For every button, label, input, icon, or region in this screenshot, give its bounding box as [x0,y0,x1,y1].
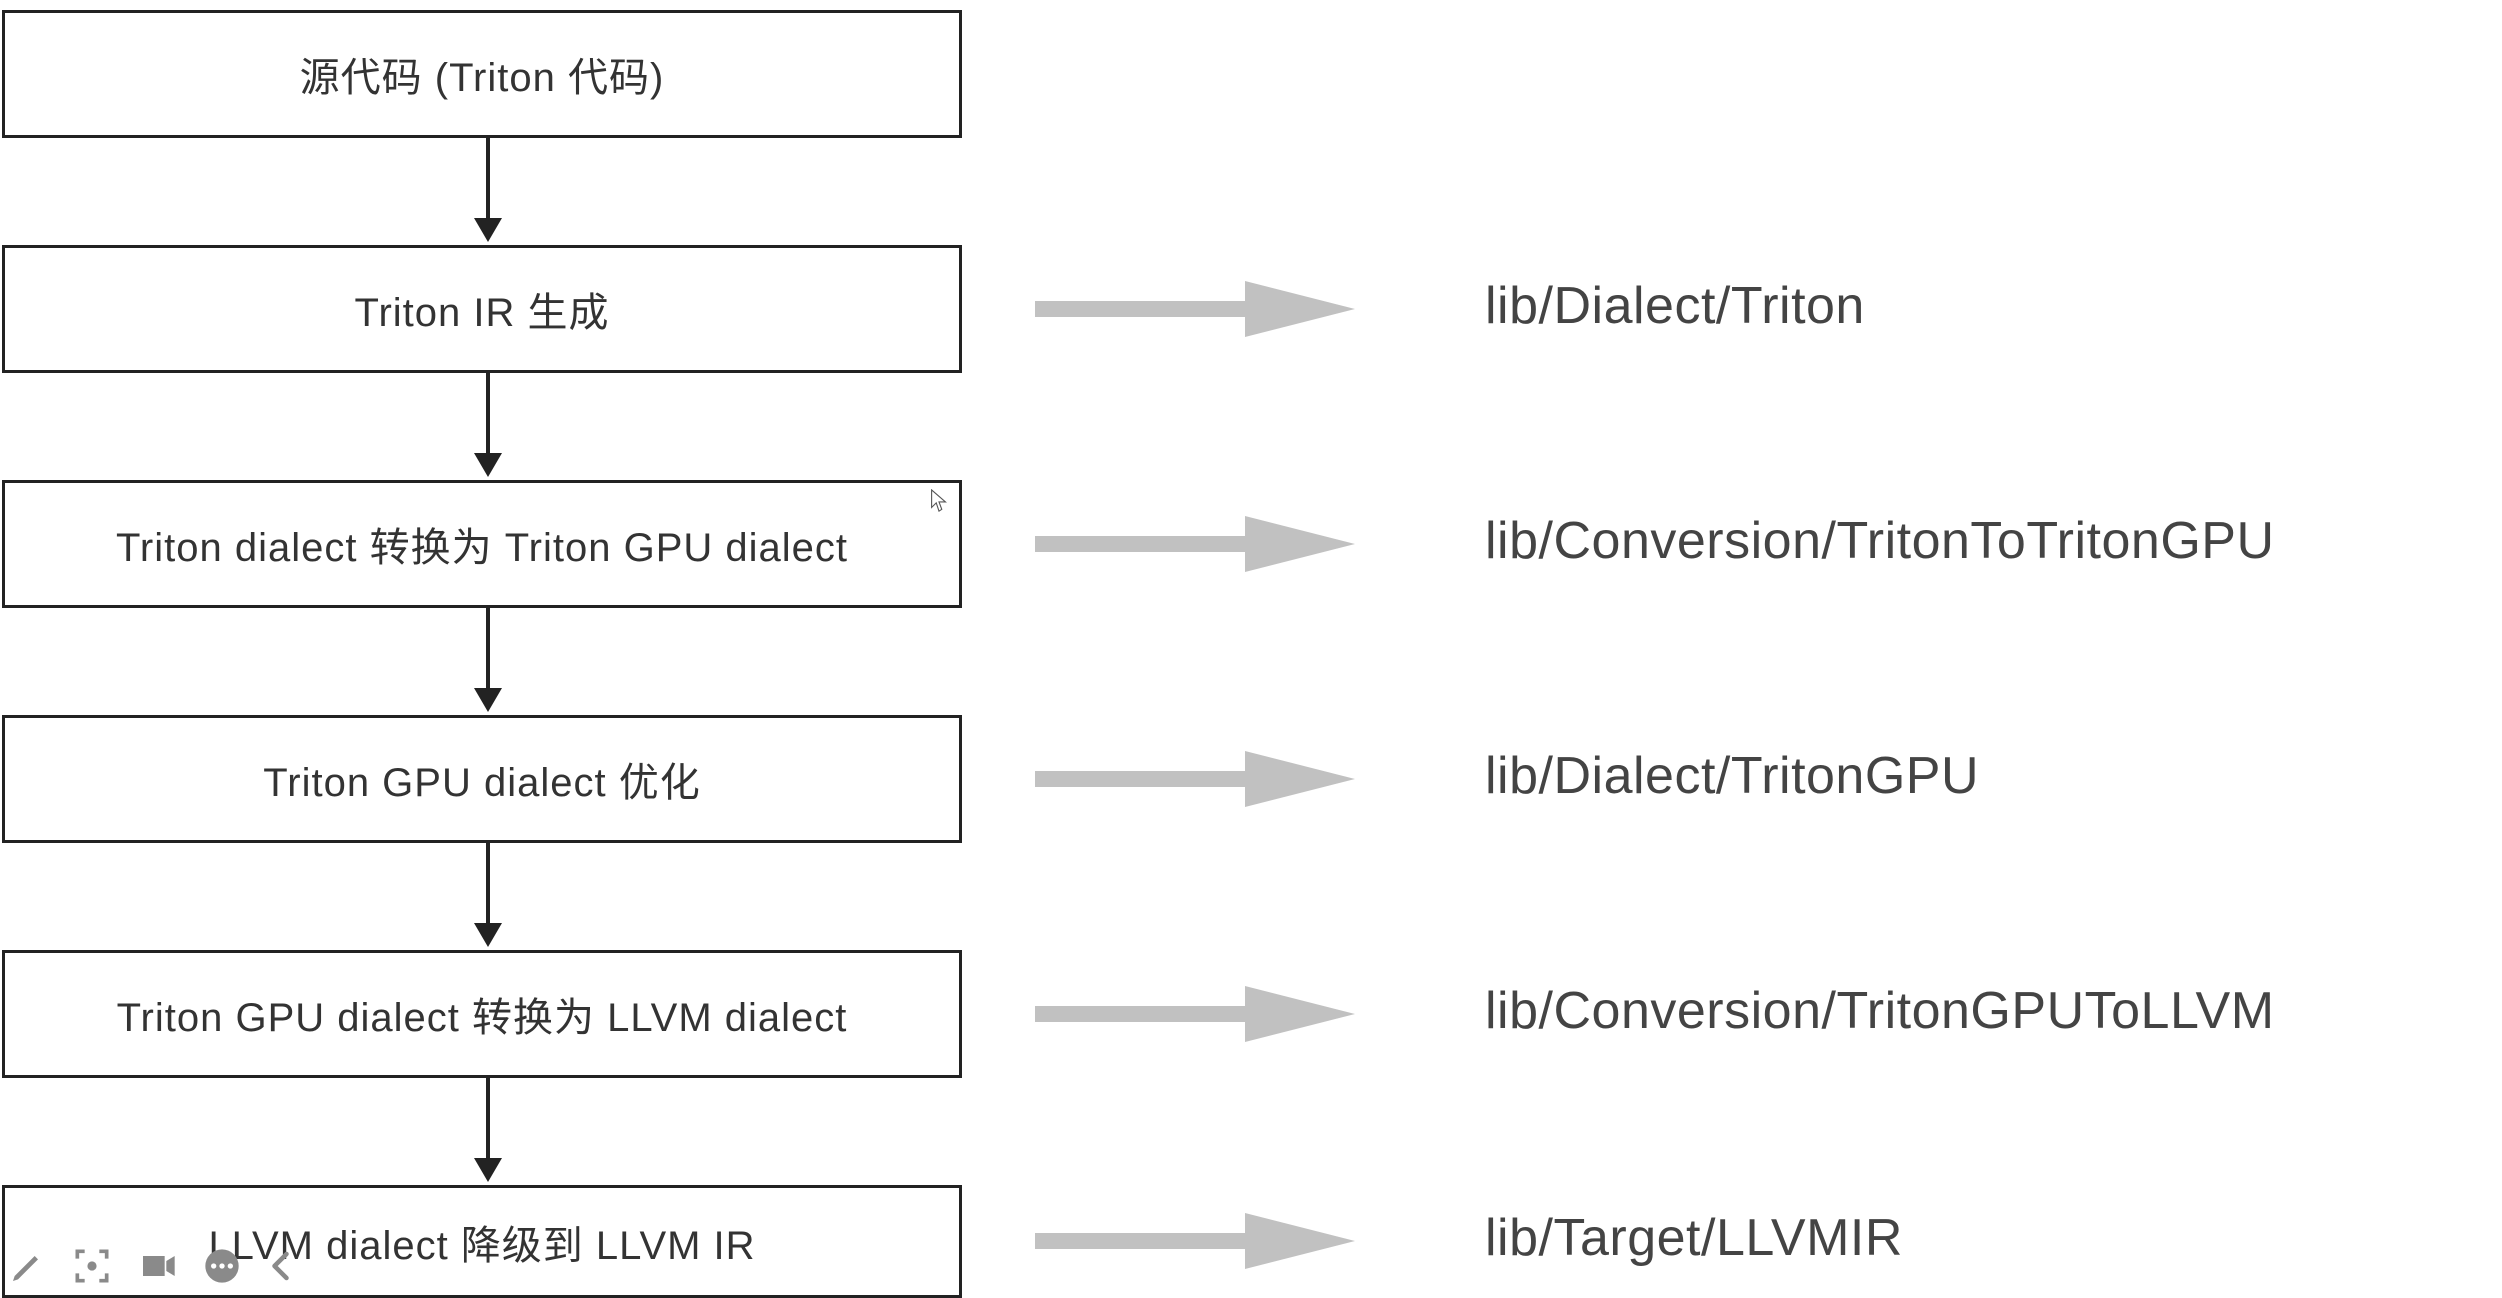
maps-to-arrow-icon [1035,986,1355,1042]
flow-arrow [474,138,502,242]
stage-label: Triton IR 生成 [355,280,610,338]
pen-icon[interactable] [8,1246,48,1286]
stage-triton-ir-gen: Triton IR 生成 [2,245,962,373]
stage-label: Triton GPU dialect 优化 [263,750,700,808]
more-icon[interactable] [202,1246,242,1286]
flow-arrow [474,608,502,712]
compilation-pipeline-diagram: 源代码 (Triton 代码) Triton IR 生成 Triton dial… [0,0,2502,1298]
maps-to-path: lib/Target/LLVMIR [1485,1208,1903,1268]
stage-source-code: 源代码 (Triton 代码) [2,10,962,138]
flow-arrow [474,373,502,477]
focus-icon[interactable] [70,1244,114,1288]
maps-to-arrow-icon [1035,751,1355,807]
maps-to-path: lib/Dialect/TritonGPU [1485,746,1979,806]
chevron-left-icon[interactable] [264,1246,300,1286]
stage-label: 源代码 (Triton 代码) [300,45,665,103]
stage-triton-to-triton-gpu: Triton dialect 转换为 Triton GPU dialect [2,480,962,608]
video-icon[interactable] [136,1246,180,1286]
presentation-toolbar [8,1244,300,1288]
maps-to-arrow-icon [1035,281,1355,337]
stage-label: Triton dialect 转换为 Triton GPU dialect [116,515,848,573]
maps-to-arrow-icon [1035,1213,1355,1269]
maps-to-path: lib/Conversion/TritonToTritonGPU [1485,511,2275,571]
stage-label: Triton GPU dialect 转换为 LLVM dialect [117,985,848,1043]
maps-to-path: lib/Conversion/TritonGPUToLLVM [1485,981,2275,1041]
maps-to-path: lib/Dialect/Triton [1485,276,1865,336]
flow-arrow [474,1078,502,1182]
stage-triton-gpu-optimize: Triton GPU dialect 优化 [2,715,962,843]
flow-arrow [474,843,502,947]
maps-to-arrow-icon [1035,516,1355,572]
stage-triton-gpu-to-llvm: Triton GPU dialect 转换为 LLVM dialect [2,950,962,1078]
